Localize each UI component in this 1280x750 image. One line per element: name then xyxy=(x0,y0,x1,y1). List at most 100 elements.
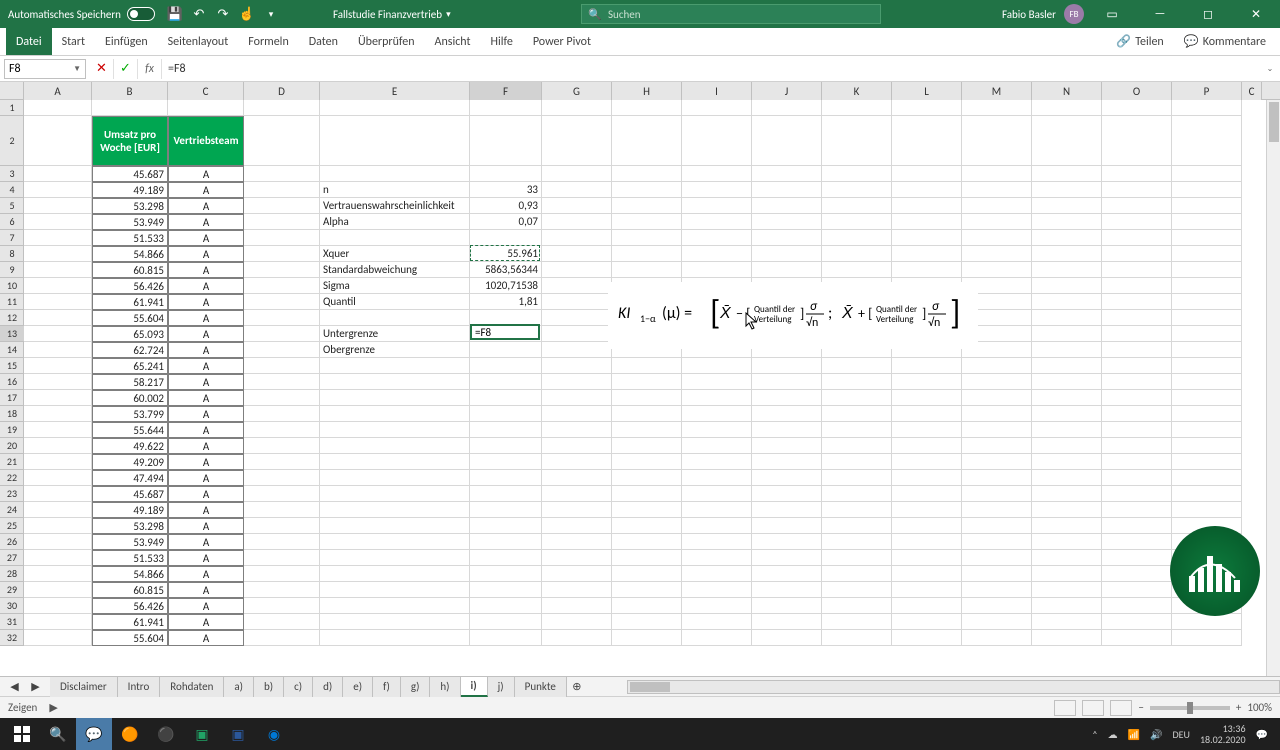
cell-D1[interactable] xyxy=(244,100,320,116)
sheet-tab-e)[interactable]: e) xyxy=(343,677,373,697)
row-header-7[interactable]: 7 xyxy=(0,230,24,246)
cell-B15[interactable]: 65.241 xyxy=(92,358,168,374)
cell-D23[interactable] xyxy=(244,486,320,502)
cell-F1[interactable] xyxy=(470,100,542,116)
cell-I20[interactable] xyxy=(682,438,752,454)
cell-P32[interactable] xyxy=(1172,630,1242,646)
cell-B8[interactable]: 54.866 xyxy=(92,246,168,262)
cell-J17[interactable] xyxy=(752,390,822,406)
cell-I30[interactable] xyxy=(682,598,752,614)
cell-L26[interactable] xyxy=(892,534,962,550)
cell-M28[interactable] xyxy=(962,566,1032,582)
sheet-tab-Rohdaten[interactable]: Rohdaten xyxy=(160,677,224,697)
cell-D13[interactable] xyxy=(244,326,320,342)
cell-F30[interactable] xyxy=(470,598,542,614)
view-page-break-button[interactable] xyxy=(1110,700,1132,716)
cell-G20[interactable] xyxy=(542,438,612,454)
cell-G4[interactable] xyxy=(542,182,612,198)
cell-F24[interactable] xyxy=(470,502,542,518)
cell-B5[interactable]: 53.298 xyxy=(92,198,168,214)
cell-H26[interactable] xyxy=(612,534,682,550)
cell-E27[interactable] xyxy=(320,550,470,566)
cell-H17[interactable] xyxy=(612,390,682,406)
cell-J26[interactable] xyxy=(752,534,822,550)
cell-F3[interactable] xyxy=(470,166,542,182)
cell-P21[interactable] xyxy=(1172,454,1242,470)
cell-A21[interactable] xyxy=(24,454,92,470)
cell-K5[interactable] xyxy=(822,198,892,214)
cell-O19[interactable] xyxy=(1102,422,1172,438)
sheet-tab-j)[interactable]: j) xyxy=(488,677,515,697)
col-header-I[interactable]: I xyxy=(682,82,752,100)
cell-H16[interactable] xyxy=(612,374,682,390)
sheet-tab-Disclaimer[interactable]: Disclaimer xyxy=(50,677,118,697)
cell-M20[interactable] xyxy=(962,438,1032,454)
cell-D4[interactable] xyxy=(244,182,320,198)
cell-A12[interactable] xyxy=(24,310,92,326)
cell-D22[interactable] xyxy=(244,470,320,486)
cell-C22[interactable]: A xyxy=(168,470,244,486)
cell-P15[interactable] xyxy=(1172,358,1242,374)
cell-L15[interactable] xyxy=(892,358,962,374)
cell-D6[interactable] xyxy=(244,214,320,230)
cell-L1[interactable] xyxy=(892,100,962,116)
cell-C18[interactable]: A xyxy=(168,406,244,422)
expand-formula-bar-icon[interactable]: ⌄ xyxy=(1260,64,1280,74)
cell-O21[interactable] xyxy=(1102,454,1172,470)
maximize-button[interactable]: ◻ xyxy=(1188,0,1228,28)
cell-M18[interactable] xyxy=(962,406,1032,422)
cell-K30[interactable] xyxy=(822,598,892,614)
cell-E17[interactable] xyxy=(320,390,470,406)
cell-D8[interactable] xyxy=(244,246,320,262)
cell-I31[interactable] xyxy=(682,614,752,630)
tab-einfuegen[interactable]: Einfügen xyxy=(95,28,158,55)
cell-B19[interactable]: 55.644 xyxy=(92,422,168,438)
cell-C28[interactable]: A xyxy=(168,566,244,582)
cell-I21[interactable] xyxy=(682,454,752,470)
cell-F16[interactable] xyxy=(470,374,542,390)
cells-area[interactable]: Umsatz pro Woche [EUR]Vertriebsteam45.68… xyxy=(24,100,1280,676)
cell-H22[interactable] xyxy=(612,470,682,486)
cell-M27[interactable] xyxy=(962,550,1032,566)
row-header-30[interactable]: 30 xyxy=(0,598,24,614)
tab-formeln[interactable]: Formeln xyxy=(238,28,298,55)
zoom-level[interactable]: 100% xyxy=(1247,701,1272,714)
cell-N9[interactable] xyxy=(1032,262,1102,278)
cancel-formula-button[interactable]: ✕ xyxy=(90,59,114,79)
col-header-P[interactable]: P xyxy=(1172,82,1242,100)
cell-L24[interactable] xyxy=(892,502,962,518)
sheet-tab-f)[interactable]: f) xyxy=(373,677,401,697)
cell-A18[interactable] xyxy=(24,406,92,422)
cell-B23[interactable]: 45.687 xyxy=(92,486,168,502)
cell-J16[interactable] xyxy=(752,374,822,390)
cell-E3[interactable] xyxy=(320,166,470,182)
cell-H32[interactable] xyxy=(612,630,682,646)
cell-L21[interactable] xyxy=(892,454,962,470)
cell-B14[interactable]: 62.724 xyxy=(92,342,168,358)
cell-E32[interactable] xyxy=(320,630,470,646)
cell-L19[interactable] xyxy=(892,422,962,438)
start-button[interactable] xyxy=(4,718,40,750)
row-header-25[interactable]: 25 xyxy=(0,518,24,534)
cell-O24[interactable] xyxy=(1102,502,1172,518)
cell-D31[interactable] xyxy=(244,614,320,630)
cell-F18[interactable] xyxy=(470,406,542,422)
cell-P3[interactable] xyxy=(1172,166,1242,182)
cell-G14[interactable] xyxy=(542,342,612,358)
cell-N24[interactable] xyxy=(1032,502,1102,518)
cell-K20[interactable] xyxy=(822,438,892,454)
zoom-out-button[interactable]: − xyxy=(1138,701,1143,714)
cell-F7[interactable] xyxy=(470,230,542,246)
cell-K29[interactable] xyxy=(822,582,892,598)
cell-E8[interactable]: Xquer xyxy=(320,246,470,262)
cell-J7[interactable] xyxy=(752,230,822,246)
row-header-9[interactable]: 9 xyxy=(0,262,24,278)
cell-D15[interactable] xyxy=(244,358,320,374)
cell-P8[interactable] xyxy=(1172,246,1242,262)
close-button[interactable]: ✕ xyxy=(1236,0,1276,28)
cell-L4[interactable] xyxy=(892,182,962,198)
chevron-down-icon[interactable]: ▼ xyxy=(73,64,81,74)
row-header-10[interactable]: 10 xyxy=(0,278,24,294)
language-indicator[interactable]: DEU xyxy=(1172,728,1189,741)
cell-I29[interactable] xyxy=(682,582,752,598)
